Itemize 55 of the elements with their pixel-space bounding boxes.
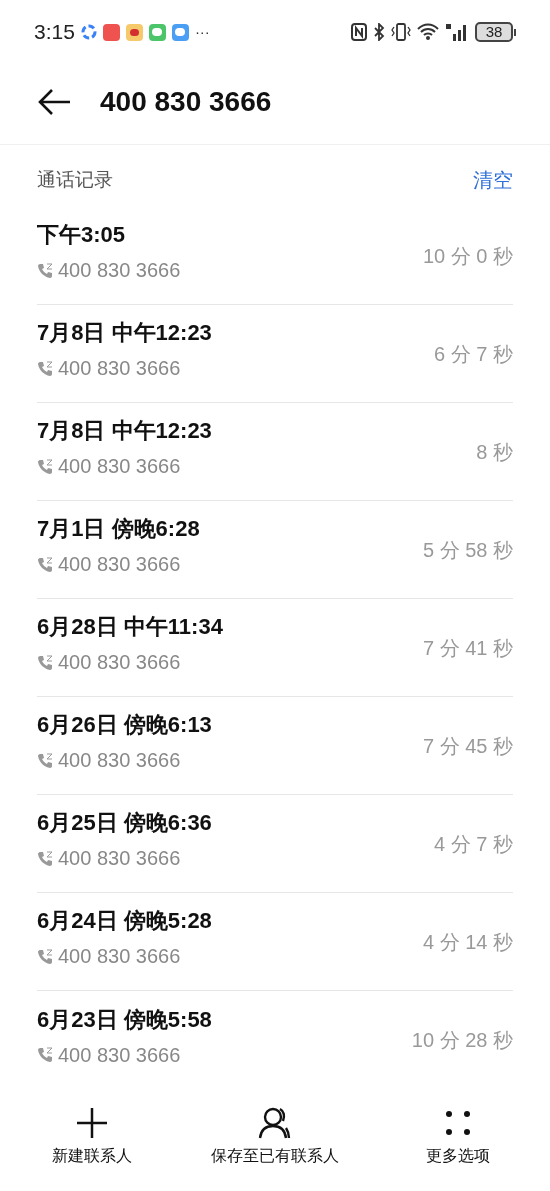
phone-number: 400 830 3666 — [58, 650, 181, 675]
phone-icon — [37, 1046, 54, 1063]
plus-icon — [74, 1106, 109, 1140]
call-time: 6月26日 傍晚6:13 — [37, 711, 212, 739]
call-duration: 10 分 28 秒 — [411, 1028, 513, 1053]
phone-number: 400 830 3666 — [58, 356, 181, 381]
call-duration: 5 分 58 秒 — [422, 537, 513, 563]
back-button[interactable] — [38, 88, 72, 116]
page-title: 400 830 3666 — [100, 85, 272, 119]
vibrate-icon — [391, 23, 411, 41]
call-time: 6月25日 傍晚6:36 — [37, 809, 212, 837]
phone-number: 400 830 3666 — [58, 944, 181, 969]
call-time: 7月1日 傍晚6:28 — [37, 515, 200, 543]
action-button[interactable]: 新建联系人 — [0, 1106, 184, 1168]
phone-icon — [37, 751, 54, 769]
bluetooth-icon — [373, 23, 385, 41]
call-duration: 10 分 0 秒 — [422, 243, 513, 269]
call-duration: 6 分 7 秒 — [434, 341, 513, 367]
chat-app-icon — [148, 23, 166, 41]
phone-number: 400 830 3666 — [58, 454, 181, 479]
call-duration: 4 分 14 秒 — [422, 929, 513, 955]
phone-icon — [37, 653, 54, 671]
action-button[interactable]: 保存至已有联系人 — [183, 1106, 367, 1168]
call-time: 7月8日 中午12:23 — [37, 417, 212, 445]
call-duration: 7 分 45 秒 — [422, 733, 513, 759]
phone-icon — [37, 359, 54, 377]
clock: 3:15 — [34, 19, 75, 46]
wifi-icon — [417, 23, 439, 41]
action-button[interactable]: 更多选项 — [366, 1106, 550, 1168]
call-duration: 4 分 7 秒 — [434, 831, 513, 857]
signal-icon — [445, 23, 469, 41]
call-time: 6月23日 傍晚5:58 — [37, 1005, 212, 1034]
phone-icon — [37, 457, 54, 475]
phone-number: 400 830 3666 — [58, 748, 181, 773]
phone-number: 400 830 3666 — [58, 552, 181, 577]
more-notifications: ··· — [194, 21, 210, 42]
call-duration: 7 分 41 秒 — [422, 635, 513, 661]
call-time: 7月8日 中午12:23 — [37, 319, 212, 347]
phone-number: 400 830 3666 — [58, 258, 181, 283]
phone-icon — [37, 947, 54, 965]
phone-number: 400 830 3666 — [58, 1042, 181, 1068]
phone-icon — [37, 849, 54, 867]
phone-number: 400 830 3666 — [58, 846, 181, 871]
call-time: 6月28日 中午11:34 — [37, 613, 223, 641]
call-duration: 8 秒 — [476, 439, 513, 465]
section-title: 通话记录 — [37, 167, 113, 192]
battery-icon: 38 — [475, 22, 513, 42]
phone-icon — [37, 555, 54, 573]
call-time: 6月24日 傍晚5:28 — [37, 907, 212, 935]
phone-icon — [37, 261, 54, 279]
person-icon — [258, 1106, 292, 1140]
clear-button[interactable]: 清空 — [473, 165, 513, 195]
call-time: 下午3:05 — [37, 221, 127, 249]
message-app-icon — [171, 23, 189, 41]
nfc-icon — [351, 23, 367, 41]
